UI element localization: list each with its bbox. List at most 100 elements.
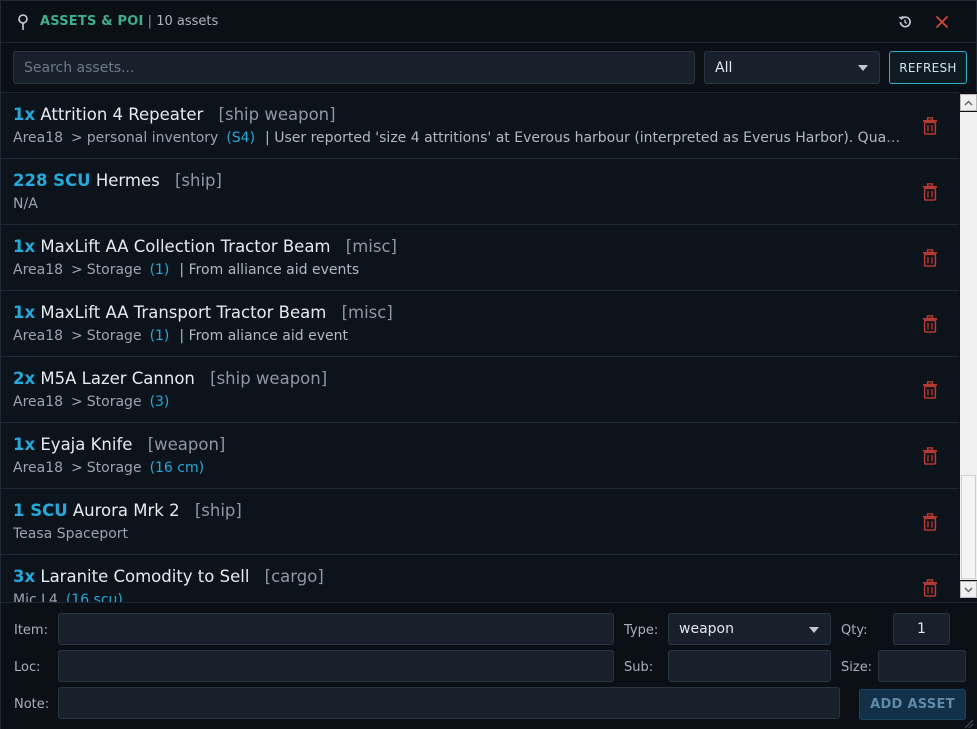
trash-icon — [923, 249, 937, 267]
scrollbar-thumb[interactable] — [961, 475, 976, 579]
asset-heading: 3x Laranite Comodity to Sell [cargo] — [13, 567, 324, 586]
trash-icon — [923, 315, 937, 333]
delete-asset-button[interactable] — [922, 249, 938, 267]
close-icon — [935, 15, 949, 29]
list-item[interactable]: 1x Eyaja Knife [weapon] Area18 > Storage (1… — [1, 423, 959, 489]
item-label: Item: — [14, 623, 48, 638]
close-button[interactable] — [932, 12, 952, 32]
trash-icon — [923, 579, 937, 597]
item-field[interactable] — [58, 613, 614, 645]
asset-heading: 1x Attrition 4 Repeater [ship weapon] — [13, 105, 336, 124]
delete-asset-button[interactable] — [922, 183, 938, 201]
asset-location: Area18 — [13, 328, 64, 344]
trash-icon — [923, 117, 937, 135]
chevron-down-icon — [809, 627, 819, 633]
window-title: ASSETS & POI | 10 assets — [40, 14, 218, 29]
asset-name: Hermes — [95, 171, 160, 190]
asset-location: Teasa Spaceport — [13, 526, 129, 542]
asset-details: Area18 > Storage (1) | From aliance aid even… — [13, 328, 908, 344]
asset-details: Area18 > personal inventory (S4) | User repo… — [13, 130, 908, 146]
delete-asset-button[interactable] — [922, 513, 938, 531]
location-separator: > — [71, 394, 83, 410]
qty-label: Qty: — [841, 623, 868, 638]
chevron-down-icon — [858, 65, 868, 71]
asset-name: Aurora Mrk 2 — [72, 501, 180, 520]
list-scrollbar[interactable] — [959, 92, 977, 602]
type-filter-select[interactable]: All — [704, 51, 880, 84]
delete-asset-button[interactable] — [922, 447, 938, 465]
asset-type: [misc] — [341, 303, 393, 322]
add-asset-form: Item: Type: weapon Qty: Loc: Sub: Size: … — [1, 602, 977, 729]
asset-note: | From alliance aid events — [179, 262, 360, 278]
asset-location: Area18 — [13, 262, 64, 278]
asset-size: (S4) — [226, 130, 256, 146]
asset-type: [ship weapon] — [210, 369, 328, 388]
map-pin-icon — [16, 13, 30, 31]
asset-qty: 1x — [13, 435, 36, 454]
refresh-button[interactable]: REFRESH — [889, 51, 967, 84]
scroll-down-button[interactable] — [960, 581, 977, 598]
asset-size: (1) — [149, 328, 170, 344]
asset-name: Eyaja Knife — [40, 435, 133, 454]
asset-location: Mic L4 — [13, 592, 58, 602]
list-item[interactable]: 1x MaxLift AA Transport Tractor Beam [mi… — [1, 291, 959, 357]
page-title: ASSETS & POI — [40, 14, 144, 29]
scroll-up-button[interactable] — [960, 94, 977, 111]
loc-field[interactable] — [58, 650, 614, 682]
delete-asset-button[interactable] — [922, 315, 938, 333]
asset-location: N/A — [13, 196, 38, 212]
qty-field[interactable] — [893, 613, 950, 645]
chevron-down-icon — [964, 587, 973, 592]
asset-size: (3) — [149, 394, 170, 410]
search-input[interactable] — [13, 51, 695, 84]
list-item[interactable]: 3x Laranite Comodity to Sell [cargo] Mic… — [1, 555, 959, 602]
delete-asset-button[interactable] — [922, 117, 938, 135]
asset-qty: 228 SCU — [13, 171, 91, 190]
asset-name: M5A Lazer Cannon — [40, 369, 195, 388]
filter-value: All — [715, 59, 733, 76]
size-field[interactable] — [878, 650, 966, 682]
location-separator: > — [71, 130, 83, 146]
asset-details: Area18 > Storage (3) — [13, 394, 908, 410]
asset-sublocation: Storage — [86, 328, 142, 344]
list-item[interactable]: 1x MaxLift AA Collection Tractor Beam [m… — [1, 225, 959, 291]
type-select[interactable]: weapon — [668, 613, 831, 645]
list-item[interactable]: 228 SCU Hermes [ship] N/A — [1, 159, 959, 225]
asset-name: MaxLift AA Transport Tractor Beam — [40, 303, 327, 322]
note-field[interactable] — [58, 687, 840, 719]
asset-note: | User reported 'size 4 attritions' at E… — [265, 130, 908, 146]
title-separator: | — [147, 14, 153, 29]
assets-poi-window: ASSETS & POI | 10 assets All REFRESH — [0, 0, 977, 729]
delete-asset-button[interactable] — [922, 579, 938, 597]
type-select-value: weapon — [679, 621, 734, 637]
delete-asset-button[interactable] — [922, 381, 938, 399]
asset-qty: 1x — [13, 303, 36, 322]
asset-count: 10 assets — [156, 14, 219, 29]
asset-list: 1x Attrition 4 Repeater [ship weapon] Ar… — [1, 92, 959, 602]
asset-details: Area18 > Storage (1) | From alliance aid eve… — [13, 262, 908, 278]
asset-location: Area18 — [13, 394, 64, 410]
asset-heading: 2x M5A Lazer Cannon [ship weapon] — [13, 369, 327, 388]
note-label: Note: — [14, 697, 50, 712]
asset-size: (16 scu) — [65, 592, 123, 602]
list-item[interactable]: 1x Attrition 4 Repeater [ship weapon] Ar… — [1, 93, 959, 159]
asset-location: Area18 — [13, 460, 64, 476]
resize-grip-icon[interactable] — [962, 714, 974, 729]
sub-field[interactable] — [668, 650, 831, 682]
location-separator: > — [71, 328, 83, 344]
asset-type: [misc] — [345, 237, 397, 256]
asset-sublocation: Storage — [86, 262, 142, 278]
asset-type: [ship weapon] — [218, 105, 336, 124]
list-item[interactable]: 2x M5A Lazer Cannon [ship weapon] Area18… — [1, 357, 959, 423]
list-item[interactable]: 1 SCU Aurora Mrk 2 [ship] Teasa Spacepor… — [1, 489, 959, 555]
asset-size: (16 cm) — [149, 460, 205, 476]
asset-heading: 1x Eyaja Knife [weapon] — [13, 435, 225, 454]
reset-button[interactable] — [895, 12, 915, 32]
asset-type: [cargo] — [264, 567, 324, 586]
asset-type: [ship] — [194, 501, 242, 520]
asset-type: [weapon] — [147, 435, 226, 454]
asset-sublocation: Storage — [86, 394, 142, 410]
add-asset-button[interactable]: ADD ASSET — [859, 689, 966, 720]
chevron-up-icon — [964, 100, 973, 105]
asset-sublocation: Storage — [86, 460, 142, 476]
